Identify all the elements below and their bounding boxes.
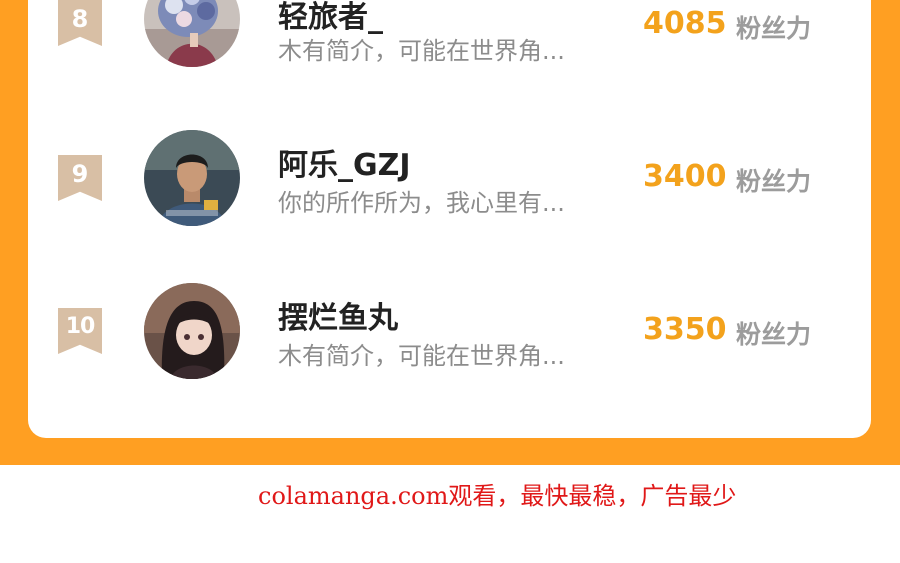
fans-unit: 粉丝力 <box>736 14 812 43</box>
avatar-man-photo <box>144 130 240 226</box>
fans-unit: 粉丝力 <box>736 320 812 349</box>
site-watermark: colamanga.com观看，最快最稳，广告最少 <box>258 482 737 510</box>
ranking-row-9[interactable]: 9 阿乐_GZJ 你的所作所为，我心里有... 3400 粉丝力 <box>0 125 900 235</box>
user-bio: 木有简介，可能在世界角... <box>278 342 565 370</box>
avatar[interactable] <box>144 130 240 226</box>
user-name[interactable]: 摆烂鱼丸 <box>278 293 398 337</box>
user-name[interactable]: 阿乐_GZJ <box>278 140 411 184</box>
fans-count: 3400 <box>643 159 727 194</box>
user-bio: 你的所作所为，我心里有... <box>278 189 565 217</box>
rank-badge: 8 <box>58 0 102 46</box>
rank-badge: 9 <box>58 155 102 201</box>
rank-badge: 10 <box>58 308 102 354</box>
avatar[interactable] <box>144 0 240 67</box>
fans-count: 3350 <box>643 312 727 347</box>
user-bio: 木有简介，可能在世界角... <box>278 37 565 65</box>
avatar-anime-girl <box>144 283 240 379</box>
avatar[interactable] <box>144 283 240 379</box>
fans-count: 4085 <box>643 6 727 41</box>
ranking-row-10[interactable]: 10 摆烂鱼丸 木有简介，可能在世界角... 3350 粉丝力 <box>0 278 900 388</box>
ranking-row-8[interactable]: 8 轻旅者_ 木有简介，可能在世界角... 4085 粉丝力 <box>0 0 900 81</box>
fans-unit: 粉丝力 <box>736 167 812 196</box>
avatar-flowers-portrait <box>144 0 240 67</box>
